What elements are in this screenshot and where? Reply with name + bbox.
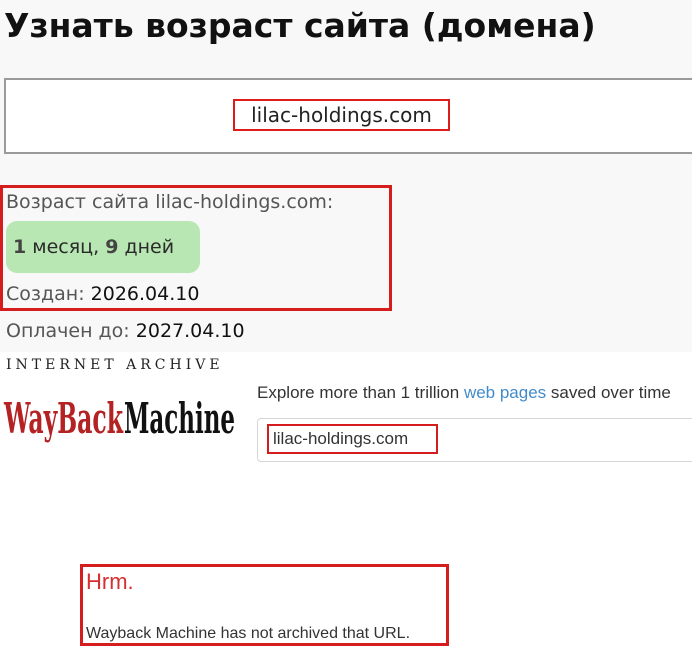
wayback-logo-red-text: WayBack [3,394,123,443]
age-badge: 1 месяц, 9 дней [6,221,200,273]
paid-until-value: 2027.04.10 [135,320,245,342]
age-days-word: дней [118,236,175,258]
wayback-search-value[interactable]: lilac-holdings.com [267,424,438,454]
age-label: Возраст сайта lilac-holdings.com: [6,191,334,213]
internet-archive-caption: INTERNET ARCHIVE [6,357,224,373]
created-label: Создан: [6,283,85,305]
wayback-error-title: Hrm. [86,569,134,594]
wayback-logo-black-text: Machine [124,394,235,443]
paid-until-label: Оплачен до: [6,320,130,342]
paid-until-row: Оплачен до: 2027.04.10 [6,318,245,344]
wayback-error-message: Wayback Machine has not archived that UR… [86,625,411,642]
domain-input-value[interactable]: lilac-holdings.com [233,99,450,131]
page-title: Узнать возраст сайта (домена) [4,6,596,45]
explore-suffix: saved over time [546,383,671,402]
explore-prefix: Explore more than 1 trillion [257,383,464,402]
wayback-machine-logo[interactable]: WayBack Machine [3,379,235,443]
age-months-number: 1 [13,236,27,258]
wayback-explore-text: Explore more than 1 trillion web pages s… [257,383,671,403]
age-months-word: месяц, [26,236,106,258]
created-date-row: Создан: 2026.04.10 [6,281,199,307]
created-value: 2026.04.10 [90,283,200,305]
web-pages-link[interactable]: web pages [464,383,546,402]
age-days-number: 9 [105,236,119,258]
